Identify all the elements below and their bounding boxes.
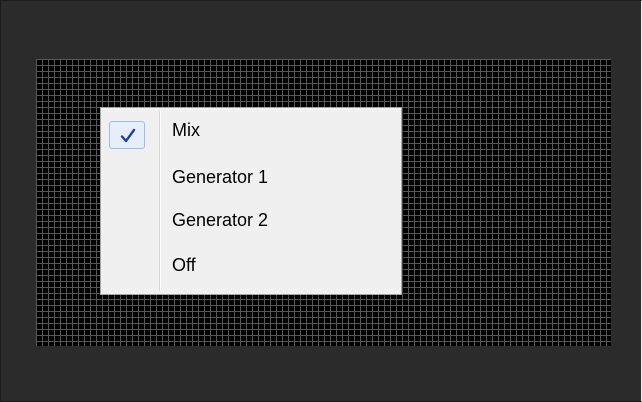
checkmark-icon	[120, 128, 136, 143]
check-indicator	[109, 121, 145, 149]
app-window: Mix Generator 1 Generator 2 Off	[0, 0, 642, 402]
menu-item-label: Generator 2	[172, 210, 269, 230]
menu-item-label: Off	[172, 255, 196, 275]
menu-item-mix[interactable]: Mix	[104, 111, 398, 151]
menu-item-label: Mix	[172, 120, 200, 140]
menu-item-generator-2[interactable]: Generator 2	[104, 201, 398, 241]
context-menu: Mix Generator 1 Generator 2 Off	[100, 107, 402, 295]
menu-item-off[interactable]: Off	[104, 246, 398, 286]
menu-item-label: Generator 1	[172, 167, 269, 187]
menu-item-generator-1[interactable]: Generator 1	[104, 158, 398, 198]
